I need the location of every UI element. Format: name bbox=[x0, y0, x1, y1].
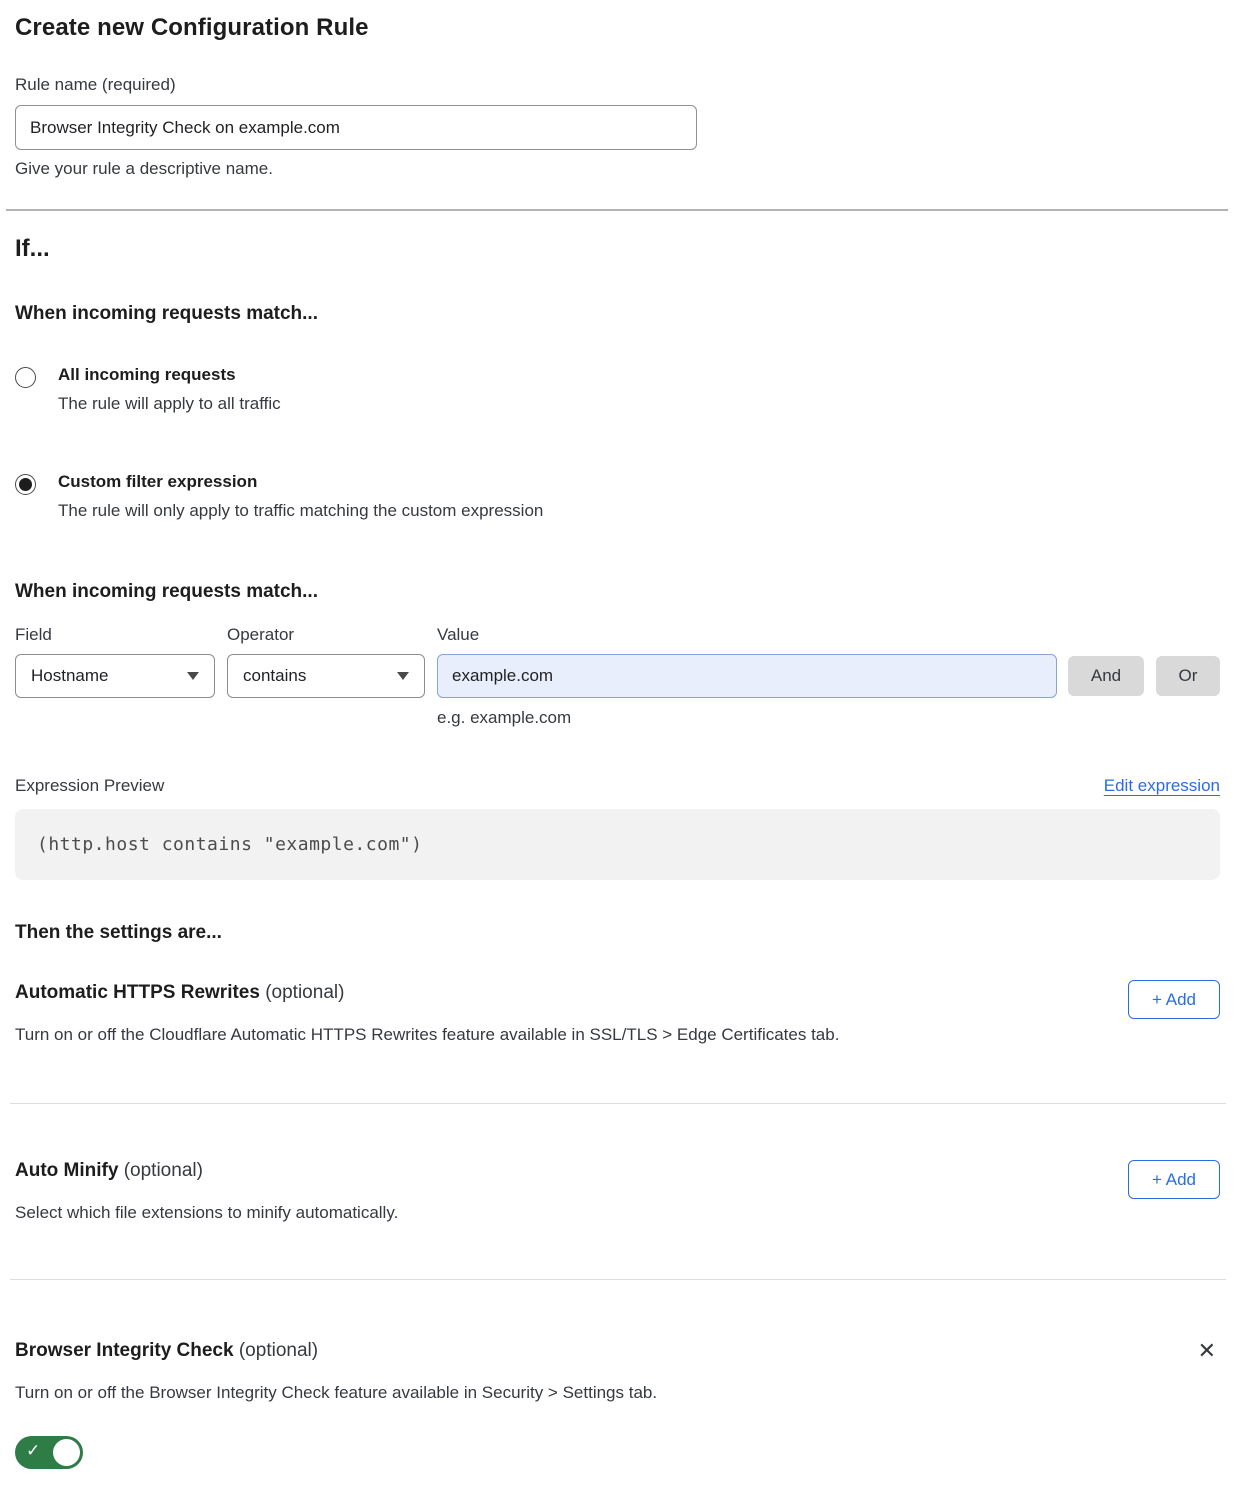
operator-label: Operator bbox=[227, 625, 425, 645]
section-divider bbox=[6, 209, 1228, 211]
operator-select[interactable]: contains bbox=[227, 654, 425, 698]
radio-all-incoming-requests[interactable]: All incoming requests The rule will appl… bbox=[15, 365, 1220, 414]
radio-unselected-icon[interactable] bbox=[15, 367, 36, 388]
setting-optional-tag: (optional) bbox=[124, 1160, 203, 1181]
add-automatic-https-rewrites-button[interactable]: + Add bbox=[1128, 980, 1220, 1019]
value-input[interactable] bbox=[437, 654, 1057, 698]
operator-select-value: contains bbox=[243, 666, 306, 686]
setting-description: Select which file extensions to minify a… bbox=[15, 1203, 398, 1223]
edit-expression-link[interactable]: Edit expression bbox=[1104, 776, 1220, 796]
then-settings-heading: Then the settings are... bbox=[15, 922, 1220, 944]
chevron-down-icon bbox=[187, 672, 199, 680]
rule-name-input[interactable] bbox=[15, 105, 697, 150]
close-icon[interactable]: ✕ bbox=[1194, 1342, 1220, 1362]
page-title: Create new Configuration Rule bbox=[15, 14, 1220, 42]
setting-auto-minify: Auto Minify (optional) Select which file… bbox=[15, 1104, 1220, 1279]
setting-browser-integrity-check: Browser Integrity Check (optional) Turn … bbox=[15, 1280, 1220, 1469]
radio-custom-filter-expression[interactable]: Custom filter expression The rule will o… bbox=[15, 472, 1220, 521]
setting-title: Browser Integrity Check bbox=[15, 1340, 234, 1361]
setting-optional-tag: (optional) bbox=[265, 982, 344, 1003]
expression-preview-box: (http.host contains "example.com") bbox=[15, 809, 1220, 880]
and-button[interactable]: And bbox=[1068, 656, 1144, 696]
expression-builder-row: Field Hostname Operator contains Value e… bbox=[15, 625, 1220, 728]
expression-builder-heading: When incoming requests match... bbox=[15, 581, 1220, 603]
radio-option-description: The rule will only apply to traffic matc… bbox=[58, 501, 543, 521]
expression-code: (http.host contains "example.com") bbox=[37, 834, 422, 855]
setting-automatic-https-rewrites: Automatic HTTPS Rewrites (optional) Turn… bbox=[15, 944, 1220, 1103]
radio-option-description: The rule will apply to all traffic bbox=[58, 394, 281, 414]
or-button[interactable]: Or bbox=[1156, 656, 1220, 696]
if-heading: If... bbox=[15, 235, 1220, 263]
setting-title: Automatic HTTPS Rewrites bbox=[15, 982, 260, 1003]
rule-name-label: Rule name (required) bbox=[15, 75, 1220, 95]
when-match-heading: When incoming requests match... bbox=[15, 303, 1220, 325]
radio-selected-icon[interactable] bbox=[15, 474, 36, 495]
field-select[interactable]: Hostname bbox=[15, 654, 215, 698]
field-label: Field bbox=[15, 625, 215, 645]
browser-integrity-check-toggle[interactable]: ✓ bbox=[15, 1436, 83, 1469]
checkmark-icon: ✓ bbox=[26, 1441, 40, 1461]
create-configuration-rule-page: Create new Configuration Rule Rule name … bbox=[0, 0, 1237, 1509]
rule-name-help: Give your rule a descriptive name. bbox=[15, 159, 1220, 179]
setting-description: Turn on or off the Cloudflare Automatic … bbox=[15, 1025, 839, 1045]
field-select-value: Hostname bbox=[31, 666, 108, 686]
add-auto-minify-button[interactable]: + Add bbox=[1128, 1160, 1220, 1199]
radio-option-label: All incoming requests bbox=[58, 365, 281, 385]
setting-description: Turn on or off the Browser Integrity Che… bbox=[15, 1383, 657, 1403]
setting-title: Auto Minify bbox=[15, 1160, 118, 1181]
value-label: Value bbox=[437, 625, 1057, 645]
setting-optional-tag: (optional) bbox=[239, 1340, 318, 1361]
expression-preview-label: Expression Preview bbox=[15, 776, 164, 796]
toggle-knob bbox=[53, 1439, 80, 1466]
value-help: e.g. example.com bbox=[437, 708, 1057, 728]
radio-option-label: Custom filter expression bbox=[58, 472, 543, 492]
chevron-down-icon bbox=[397, 672, 409, 680]
